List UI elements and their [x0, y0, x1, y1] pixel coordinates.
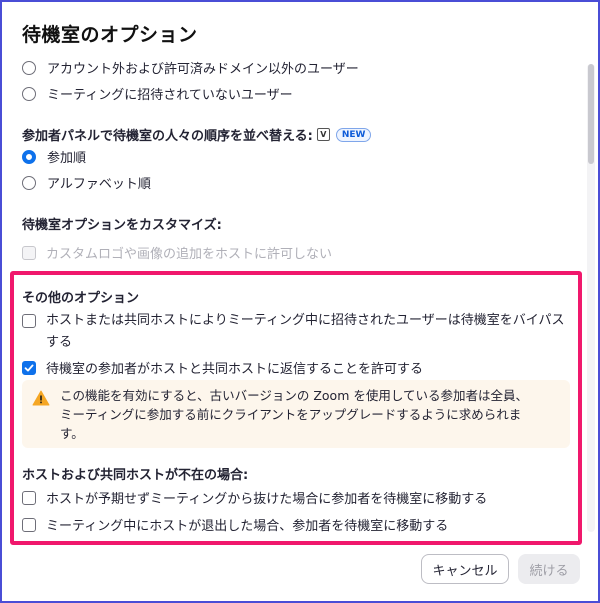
radio-label: アカウント外および許可済みドメイン以外のユーザー [47, 62, 359, 77]
checkbox-option-custom-logo: カスタムロゴや画像の追加をホストに許可しない [22, 243, 332, 262]
radio-button[interactable] [22, 175, 36, 190]
radio-button-selected[interactable] [22, 149, 36, 164]
radio-option-alphabetical[interactable]: アルファベット順 [22, 173, 151, 192]
customize-heading: 待機室オプションをカスタマイズ: [22, 218, 222, 233]
highlight-annotation-box [10, 271, 582, 545]
radio-label: ミーティングに招待されていないユーザー [47, 88, 293, 103]
info-icon[interactable]: V [316, 128, 330, 141]
cancel-button[interactable]: キャンセル [421, 554, 509, 584]
new-badge: NEW [335, 127, 372, 142]
dialog-scroll-area[interactable]: 待機室のオプション アカウント外および許可済みドメイン以外のユーザー ミーティン… [2, 2, 600, 545]
sort-order-heading: 参加者パネルで待機室の人々の順序を並べ替える: V NEW [22, 125, 372, 144]
checkbox-disabled [22, 245, 36, 260]
scrollbar-thumb[interactable] [588, 64, 594, 164]
radio-label: 参加順 [47, 151, 87, 166]
radio-option-join-order[interactable]: 参加順 [22, 147, 86, 166]
radio-label: アルファベット順 [47, 177, 151, 192]
radio-option-uninvited-users[interactable]: ミーティングに招待されていないユーザー [22, 84, 293, 103]
radio-option-external-users[interactable]: アカウント外および許可済みドメイン以外のユーザー [22, 58, 359, 77]
dialog-title: 待機室のオプション [22, 24, 198, 46]
radio-button[interactable] [22, 60, 36, 75]
checkbox-label: カスタムロゴや画像の追加をホストに許可しない [46, 247, 333, 262]
continue-button[interactable]: 続ける [518, 554, 580, 584]
radio-button[interactable] [22, 86, 36, 101]
waiting-room-options-dialog: 待機室のオプション アカウント外および許可済みドメイン以外のユーザー ミーティン… [0, 0, 600, 603]
